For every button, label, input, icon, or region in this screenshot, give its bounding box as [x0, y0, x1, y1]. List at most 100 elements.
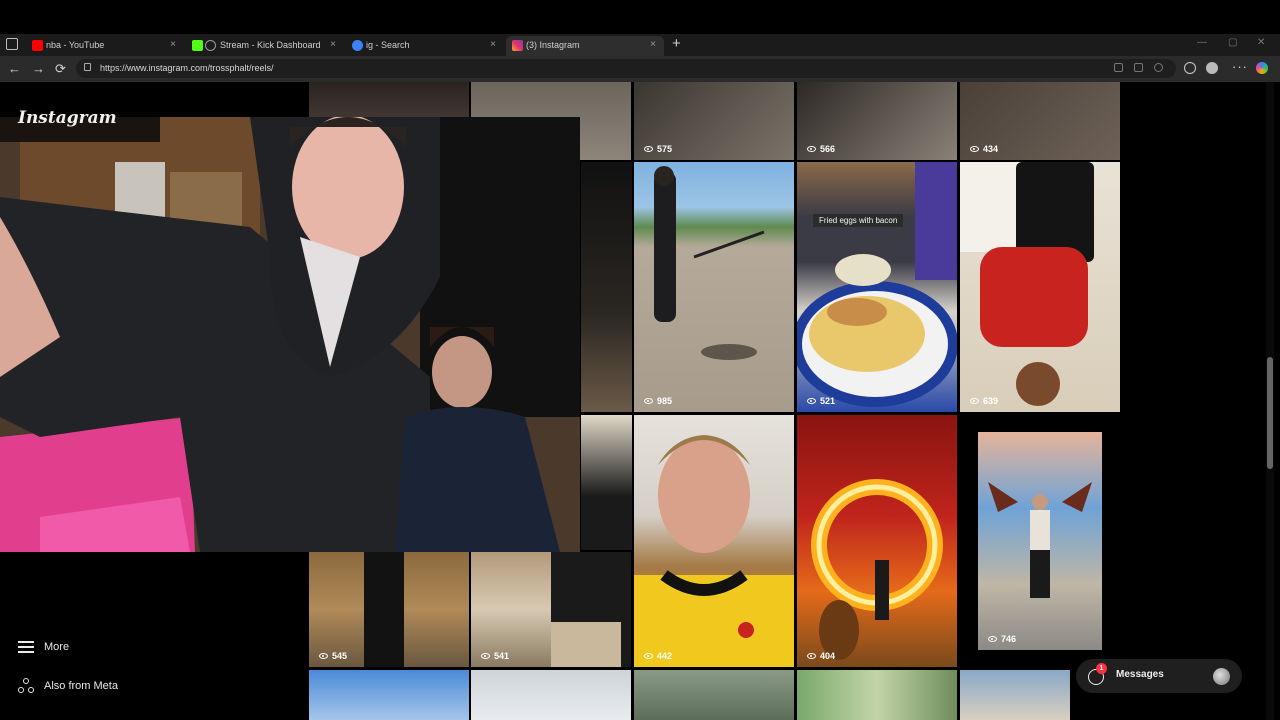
view-count: 545 [319, 651, 347, 661]
view-count: 434 [970, 144, 998, 154]
view-count: 521 [807, 396, 835, 406]
avatar [1213, 668, 1230, 685]
fire-ring [811, 479, 943, 660]
tab-title: (3) Instagram [526, 40, 580, 50]
reel-tile[interactable] [634, 670, 794, 720]
new-tab-button[interactable]: + [672, 35, 681, 52]
tab-title: ig - Search [366, 40, 410, 50]
sidebar: Instagram More Also from Meta [0, 82, 165, 720]
messages-label: Messages [1116, 669, 1164, 680]
view-count: 442 [644, 651, 672, 661]
reel-tile[interactable]: 985 [634, 162, 794, 412]
eye-icon [970, 398, 979, 404]
sidebar-item-label: Also from Meta [44, 680, 118, 692]
instagram-icon [512, 40, 523, 51]
eye-icon [807, 146, 816, 152]
reel-tile[interactable]: 404 [797, 415, 957, 667]
sidebar-item-more[interactable]: More [18, 641, 69, 653]
meta-icon [18, 678, 34, 694]
browser-tab-bar: nba - YouTube × Stream - Kick Dashboard … [0, 34, 1280, 56]
reel-tile[interactable] [471, 670, 631, 720]
tab-search[interactable]: ig - Search × [346, 36, 504, 56]
instagram-logo[interactable]: Instagram [18, 108, 117, 128]
window-close-icon[interactable]: ✕ [1257, 37, 1265, 48]
copilot-icon[interactable] [1256, 62, 1268, 74]
lock-icon[interactable] [84, 63, 91, 71]
read-aloud-icon[interactable] [1114, 63, 1123, 72]
close-icon[interactable]: × [170, 39, 176, 50]
view-count: 575 [644, 144, 672, 154]
kick-icon [192, 40, 203, 51]
loading-icon [205, 40, 216, 51]
search-engine-icon [352, 40, 363, 51]
reel-tile[interactable] [581, 162, 632, 412]
food-plate [797, 162, 957, 407]
reel-tile[interactable] [309, 670, 469, 720]
eye-icon [807, 653, 816, 659]
browser-toolbar: ← → ⟳ https://www.instagram.com/trosspha… [0, 56, 1280, 82]
tab-youtube[interactable]: nba - YouTube × [26, 36, 184, 56]
app-available-icon[interactable] [1134, 63, 1143, 72]
eye-icon [644, 146, 653, 152]
reel-tile[interactable]: Fried eggs with bacon 521 [797, 162, 957, 412]
view-count: 541 [481, 651, 509, 661]
handstand-figure [960, 162, 1094, 406]
reel-tile[interactable] [960, 670, 1070, 720]
eye-icon [988, 636, 997, 642]
tab-actions-icon[interactable] [6, 38, 18, 50]
reel-tile[interactable]: 434 [960, 82, 1120, 160]
eye-icon [644, 398, 653, 404]
reel-tile[interactable]: 545 [309, 552, 469, 667]
address-bar[interactable]: https://www.instagram.com/trossphalt/ree… [76, 59, 1176, 78]
hamburger-icon [18, 641, 34, 653]
minimize-icon[interactable]: — [1197, 37, 1207, 48]
view-count: 566 [807, 144, 835, 154]
view-count: 746 [988, 634, 1016, 644]
maximize-icon[interactable]: ▢ [1228, 37, 1237, 48]
eye-icon [807, 398, 816, 404]
tab-instagram[interactable]: (3) Instagram × [506, 36, 664, 56]
eye-icon [319, 653, 328, 659]
eye-icon [970, 146, 979, 152]
reel-tile[interactable]: 442 [634, 415, 794, 667]
sidebar-item-also-from-meta[interactable]: Also from Meta [18, 678, 118, 694]
reel-tile[interactable]: 566 [797, 82, 957, 160]
caption-overlay: Fried eggs with bacon [813, 214, 904, 227]
tab-kick[interactable]: Stream - Kick Dashboard × [186, 36, 344, 56]
reel-tile[interactable]: 746 [978, 432, 1102, 650]
profile-icon[interactable] [1206, 62, 1218, 74]
back-icon[interactable]: ← [8, 61, 21, 76]
view-count: 985 [644, 396, 672, 406]
favorite-icon[interactable] [1154, 63, 1163, 72]
view-count: 404 [807, 651, 835, 661]
youtube-icon [32, 40, 43, 51]
eye-icon [481, 653, 490, 659]
notification-badge: 1 [1096, 663, 1107, 674]
reload-icon[interactable]: ⟳ [55, 61, 66, 77]
reel-tile[interactable]: 575 [634, 82, 794, 160]
portrait-face [634, 435, 794, 667]
extensions-icon[interactable] [1184, 62, 1196, 74]
scrollbar-thumb[interactable] [1267, 357, 1273, 469]
wings-figure [988, 482, 1092, 598]
messages-button[interactable]: 1 Messages [1076, 659, 1242, 693]
reel-tile[interactable]: 639 [960, 162, 1120, 412]
reel-tile[interactable] [797, 670, 957, 720]
skater-figure [654, 166, 765, 360]
view-count: 639 [970, 396, 998, 406]
close-icon[interactable]: × [650, 39, 656, 50]
close-icon[interactable]: × [490, 39, 496, 50]
forward-icon[interactable]: → [32, 61, 45, 76]
kitchen-scene [364, 552, 404, 667]
kitchen-scene [551, 552, 631, 667]
menu-icon[interactable]: ··· [1232, 59, 1248, 74]
instagram-page: 575 566 434 985 Fried eggs with bacon 52… [0, 82, 1280, 720]
eye-icon [644, 653, 653, 659]
reel-tile[interactable] [581, 415, 632, 550]
close-icon[interactable]: × [330, 39, 336, 50]
url-text[interactable]: https://www.instagram.com/trossphalt/ree… [100, 63, 274, 73]
reel-tile[interactable]: 541 [471, 552, 631, 667]
sidebar-item-label: More [44, 641, 70, 653]
tab-title: Stream - Kick Dashboard [220, 40, 321, 50]
tab-title: nba - YouTube [46, 40, 105, 50]
